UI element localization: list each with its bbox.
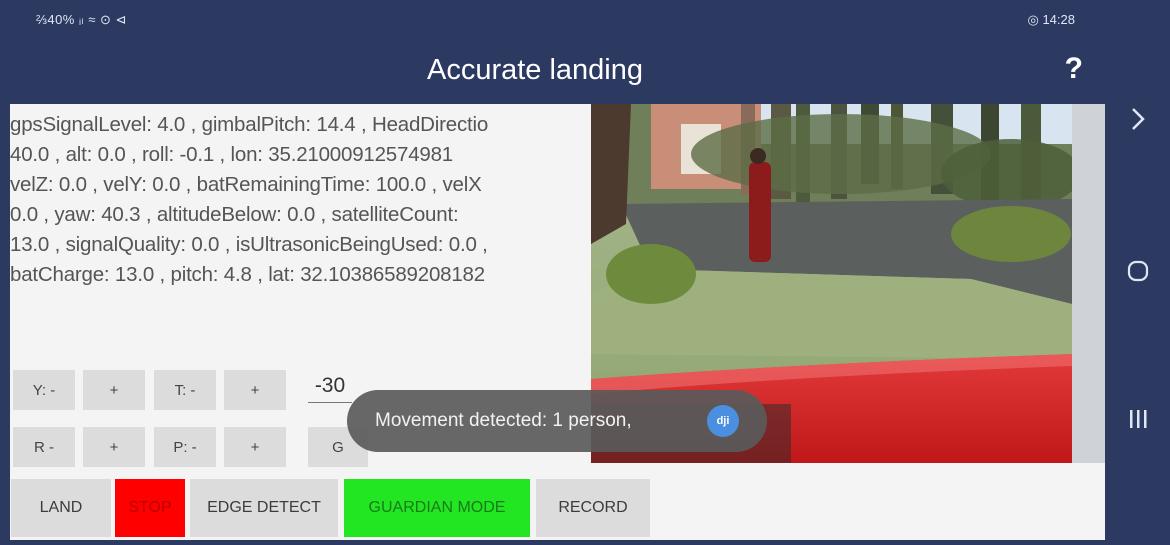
toast-message: Movement detected: 1 person, <box>375 410 632 431</box>
telemetry-line: batCharge: 13.0 , pitch: 4.8 , lat: 32.1… <box>10 263 485 286</box>
app-bar: Accurate landing ? <box>10 38 1105 104</box>
throttle-minus-button[interactable]: T: - <box>154 370 216 410</box>
land-button[interactable]: LAND <box>11 479 111 537</box>
telemetry-panel: gpsSignalLevel: 4.0 , gimbalPitch: 14.4 … <box>10 110 625 290</box>
pitch-minus-button[interactable]: P: - <box>154 427 216 467</box>
yaw-plus-button[interactable]: + <box>83 370 145 410</box>
chevron-right-icon[interactable] <box>1105 104 1170 144</box>
main-content: gpsSignalLevel: 4.0 , gimbalPitch: 14.4 … <box>10 104 1105 540</box>
help-button[interactable]: ? <box>1065 52 1083 86</box>
home-icon[interactable] <box>1105 258 1170 298</box>
detection-toast: Movement detected: 1 person, dji <box>347 390 767 452</box>
page-title: Accurate landing <box>426 54 644 86</box>
throttle-plus-button[interactable]: + <box>224 370 286 410</box>
status-bar: ⅔40% ᵢₗ ≈ ⊙ ⊲ ◎ 14:28 <box>10 4 1105 38</box>
roll-minus-button[interactable]: R - <box>13 427 75 467</box>
telemetry-line: 13.0 , signalQuality: 0.0 , isUltrasonic… <box>10 233 488 256</box>
record-button[interactable]: RECORD <box>536 479 650 537</box>
dji-icon: dji <box>707 405 739 437</box>
yaw-minus-button[interactable]: Y: - <box>13 370 75 410</box>
device-screen: ⅔40% ᵢₗ ≈ ⊙ ⊲ ◎ 14:28 Accurate landing ?… <box>0 0 1170 545</box>
status-icons: ⅔40% ᵢₗ ≈ ⊙ ⊲ <box>36 12 127 27</box>
stop-button[interactable]: STOP <box>115 479 185 537</box>
recent-apps-icon[interactable] <box>1105 406 1170 446</box>
gimbal-pitch-input[interactable]: -30 <box>308 374 352 403</box>
system-nav-bar <box>1105 100 1170 545</box>
guardian-mode-button[interactable]: GUARDIAN MODE <box>344 479 530 537</box>
pitch-plus-button[interactable]: + <box>224 427 286 467</box>
roll-plus-button[interactable]: + <box>83 427 145 467</box>
telemetry-line: 40.0 , alt: 0.0 , roll: -0.1 , lon: 35.2… <box>10 143 454 166</box>
camera-side-strip <box>1072 104 1105 463</box>
telemetry-line: 0.0 , yaw: 40.3 , altitudeBelow: 0.0 , s… <box>10 203 459 226</box>
edge-detect-button[interactable]: EDGE DETECT <box>190 479 338 537</box>
telemetry-line: gpsSignalLevel: 4.0 , gimbalPitch: 14.4 … <box>10 113 489 136</box>
status-time: ◎ 14:28 <box>1027 12 1076 27</box>
telemetry-line: velZ: 0.0 , velY: 0.0 , batRemainingTime… <box>10 173 482 196</box>
